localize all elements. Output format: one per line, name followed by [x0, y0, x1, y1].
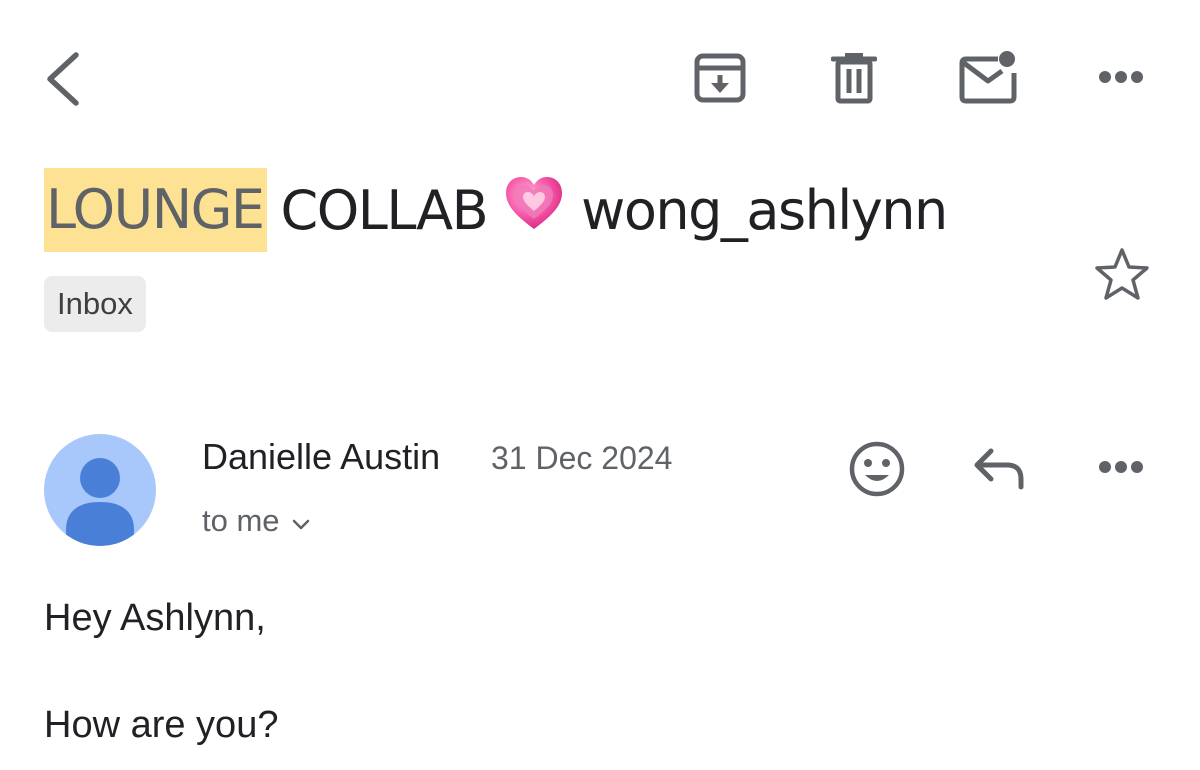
more-horizontal-icon: [1099, 71, 1143, 83]
recipient-text: to me: [202, 503, 280, 538]
subject-text-handle: wong_ashlynn: [581, 178, 948, 242]
reply-icon: [974, 448, 1024, 490]
delete-button[interactable]: [828, 50, 880, 106]
star-button[interactable]: [1093, 246, 1151, 302]
archive-button[interactable]: [692, 50, 748, 106]
label-chip-text: Inbox: [57, 286, 133, 321]
reply-button[interactable]: [972, 446, 1028, 492]
message-date: 31 Dec 2024: [491, 440, 673, 476]
emoji-reaction-icon: [849, 441, 905, 497]
label-chip-inbox[interactable]: Inbox: [44, 276, 146, 332]
message-body-line: Hey Ashlynn,: [44, 597, 266, 639]
subject-highlighted-term: LOUNGE: [44, 168, 267, 252]
person-avatar-icon: [66, 458, 134, 546]
more-options-button[interactable]: [1096, 62, 1146, 92]
add-reaction-button[interactable]: [846, 438, 908, 500]
message-more-options-button[interactable]: [1096, 452, 1146, 482]
sparkling-heart-icon: [503, 173, 565, 248]
message-body-line: How are you?: [44, 704, 279, 746]
subject-text: COLLAB: [280, 178, 489, 242]
back-arrow-icon: [47, 52, 79, 106]
archive-icon: [694, 53, 746, 103]
mark-unread-button[interactable]: [958, 48, 1020, 106]
trash-icon: [831, 53, 877, 104]
more-horizontal-icon: [1099, 461, 1143, 473]
email-subject: LOUNGE COLLAB wong_ashlynn: [44, 168, 948, 252]
back-button[interactable]: [40, 50, 84, 108]
star-outline-icon: [1095, 248, 1149, 300]
recipient-details-toggle[interactable]: to me: [202, 503, 310, 539]
chevron-down-icon: [292, 503, 310, 539]
avatar[interactable]: [44, 434, 156, 546]
mail-unread-icon: [959, 51, 1017, 104]
sender-name[interactable]: Danielle Austin: [202, 436, 440, 478]
